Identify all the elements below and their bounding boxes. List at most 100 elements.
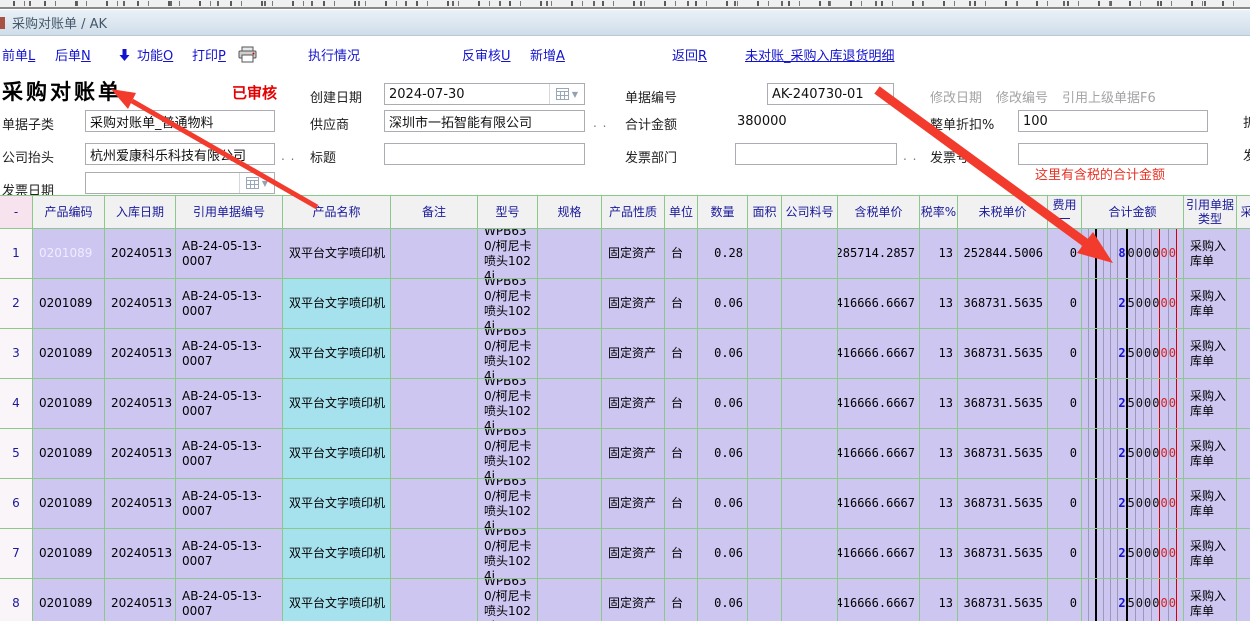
cell-tax-rate[interactable]: 13 [920, 329, 958, 379]
cell-unit[interactable]: 台 [665, 329, 698, 379]
cell-taxed-price[interactable]: 416666.6667 [838, 279, 920, 329]
cell-amount[interactable]: 2500000 [1082, 579, 1184, 621]
cell-company-no[interactable] [782, 529, 838, 579]
header-cell-extra[interactable]: 采 [1237, 196, 1250, 229]
cell-area[interactable] [748, 579, 782, 621]
cell-spec[interactable] [538, 529, 602, 579]
cell-product-name[interactable]: 双平台文字喷印机 [283, 579, 391, 621]
cell-ref-type[interactable]: 采购入库单 [1184, 229, 1237, 279]
cell-unit[interactable]: 台 [665, 529, 698, 579]
unreconciled-detail-link[interactable]: 未对账_采购入库退货明细 [745, 48, 895, 66]
header-cell-fee1[interactable]: 费用一 [1048, 196, 1082, 229]
cell-ref-doc-no[interactable]: AB-24-05-13-0007 [176, 429, 283, 479]
cell-ref-doc-no[interactable]: AB-24-05-13-0007 [176, 279, 283, 329]
header-cell-area[interactable]: 面积 [748, 196, 782, 229]
cell-product-code[interactable]: 0201089 [33, 229, 105, 279]
cell-taxed-price[interactable]: 416666.6667 [838, 429, 920, 479]
cell-fee1[interactable]: 0 [1048, 429, 1082, 479]
header-cell-model[interactable]: 型号 [478, 196, 538, 229]
cell-model[interactable]: WPB630/柯尼卡喷头1024i [478, 529, 538, 579]
cell-product-name[interactable]: 双平台文字喷印机 [283, 529, 391, 579]
cell-extra[interactable] [1237, 329, 1250, 379]
cell-company-no[interactable] [782, 379, 838, 429]
cell-fee1[interactable]: 0 [1048, 479, 1082, 529]
cell-spec[interactable] [538, 229, 602, 279]
cell-product-code[interactable]: 0201089 [33, 329, 105, 379]
cell-ref-doc-no[interactable]: AB-24-05-13-0007 [176, 479, 283, 529]
cell-ref-type[interactable]: 采购入库单 [1184, 479, 1237, 529]
cell-nature[interactable]: 固定资产 [602, 429, 665, 479]
cell-company-no[interactable] [782, 279, 838, 329]
invoice-date-input[interactable]: ▼ [85, 172, 275, 194]
calendar-icon[interactable]: ▼ [239, 173, 274, 193]
cell-remark[interactable] [391, 479, 478, 529]
cell-inbound-date[interactable]: 20240513 [105, 479, 176, 529]
row-number[interactable]: 4 [0, 379, 33, 429]
next-doc-button[interactable]: 后单N [55, 48, 91, 66]
cell-area[interactable] [748, 479, 782, 529]
cell-tax-rate[interactable]: 13 [920, 579, 958, 621]
cell-qty[interactable]: 0.06 [698, 529, 748, 579]
cell-spec[interactable] [538, 479, 602, 529]
cell-ref-type[interactable]: 采购入库单 [1184, 379, 1237, 429]
cell-model[interactable]: WPB630/柯尼卡喷头1024i [478, 479, 538, 529]
cell-tax-rate[interactable]: 13 [920, 379, 958, 429]
cell-qty[interactable]: 0.28 [698, 229, 748, 279]
cell-area[interactable] [748, 329, 782, 379]
meta-links[interactable]: 修改日期修改编号引用上级单据F6 [930, 87, 1170, 106]
cell-untaxed-price[interactable]: 252844.5006 [958, 229, 1048, 279]
cell-nature[interactable]: 固定资产 [602, 279, 665, 329]
cell-unit[interactable]: 台 [665, 479, 698, 529]
cell-remark[interactable] [391, 279, 478, 329]
cell-unit[interactable]: 台 [665, 379, 698, 429]
cell-company-no[interactable] [782, 229, 838, 279]
cell-tax-rate[interactable]: 13 [920, 429, 958, 479]
cell-product-name[interactable]: 双平台文字喷印机 [283, 329, 391, 379]
row-number[interactable]: 7 [0, 529, 33, 579]
cell-product-name[interactable]: 双平台文字喷印机 [283, 379, 391, 429]
functions-button[interactable]: 功能O [137, 48, 173, 66]
header-cell-ref-type[interactable]: 引用单据类型 [1184, 196, 1237, 229]
cell-unit[interactable]: 台 [665, 279, 698, 329]
cell-untaxed-price[interactable]: 368731.5635 [958, 579, 1048, 621]
cell-inbound-date[interactable]: 20240513 [105, 529, 176, 579]
cell-nature[interactable]: 固定资产 [602, 229, 665, 279]
cell-remark[interactable] [391, 429, 478, 479]
invoice-dept-input[interactable] [735, 143, 897, 165]
row-number[interactable]: 1 [0, 229, 33, 279]
cell-fee1[interactable]: 0 [1048, 229, 1082, 279]
cell-company-no[interactable] [782, 579, 838, 621]
cell-product-name[interactable]: 双平台文字喷印机 [283, 279, 391, 329]
cell-qty[interactable]: 0.06 [698, 579, 748, 621]
cell-amount[interactable]: 2500000 [1082, 329, 1184, 379]
cell-tax-rate[interactable]: 13 [920, 229, 958, 279]
header-cell-ref-doc-no[interactable]: 引用单据编号 [176, 196, 283, 229]
cell-amount[interactable]: 8000000 [1082, 229, 1184, 279]
subject-input[interactable] [384, 143, 585, 165]
cell-model[interactable]: WPB630/柯尼卡喷头1024i [478, 579, 538, 621]
header-cell-unit[interactable]: 单位 [665, 196, 698, 229]
cell-untaxed-price[interactable]: 368731.5635 [958, 329, 1048, 379]
cell-untaxed-price[interactable]: 368731.5635 [958, 479, 1048, 529]
back-button[interactable]: 返回R [672, 48, 707, 66]
cell-fee1[interactable]: 0 [1048, 279, 1082, 329]
cell-extra[interactable] [1237, 379, 1250, 429]
cell-area[interactable] [748, 429, 782, 479]
cell-taxed-price[interactable]: 285714.2857 [838, 229, 920, 279]
header-cell-qty[interactable]: 数量 [698, 196, 748, 229]
cell-tax-rate[interactable]: 13 [920, 529, 958, 579]
cell-ref-doc-no[interactable]: AB-24-05-13-0007 [176, 329, 283, 379]
cell-unit[interactable]: 台 [665, 429, 698, 479]
cell-product-code[interactable]: 0201089 [33, 579, 105, 621]
cell-ref-type[interactable]: 采购入库单 [1184, 429, 1237, 479]
cell-model[interactable]: WPB630/柯尼卡喷头1024i [478, 379, 538, 429]
cell-untaxed-price[interactable]: 368731.5635 [958, 429, 1048, 479]
cell-extra[interactable] [1237, 579, 1250, 621]
cell-product-name[interactable]: 双平台文字喷印机 [283, 229, 391, 279]
cell-product-code[interactable]: 0201089 [33, 379, 105, 429]
calendar-icon[interactable]: ▼ [549, 84, 584, 104]
supplier-input[interactable] [384, 110, 585, 132]
cell-taxed-price[interactable]: 416666.6667 [838, 379, 920, 429]
invoice-dept-lookup-dots[interactable]: . . [903, 149, 917, 163]
cell-ref-doc-no[interactable]: AB-24-05-13-0007 [176, 579, 283, 621]
